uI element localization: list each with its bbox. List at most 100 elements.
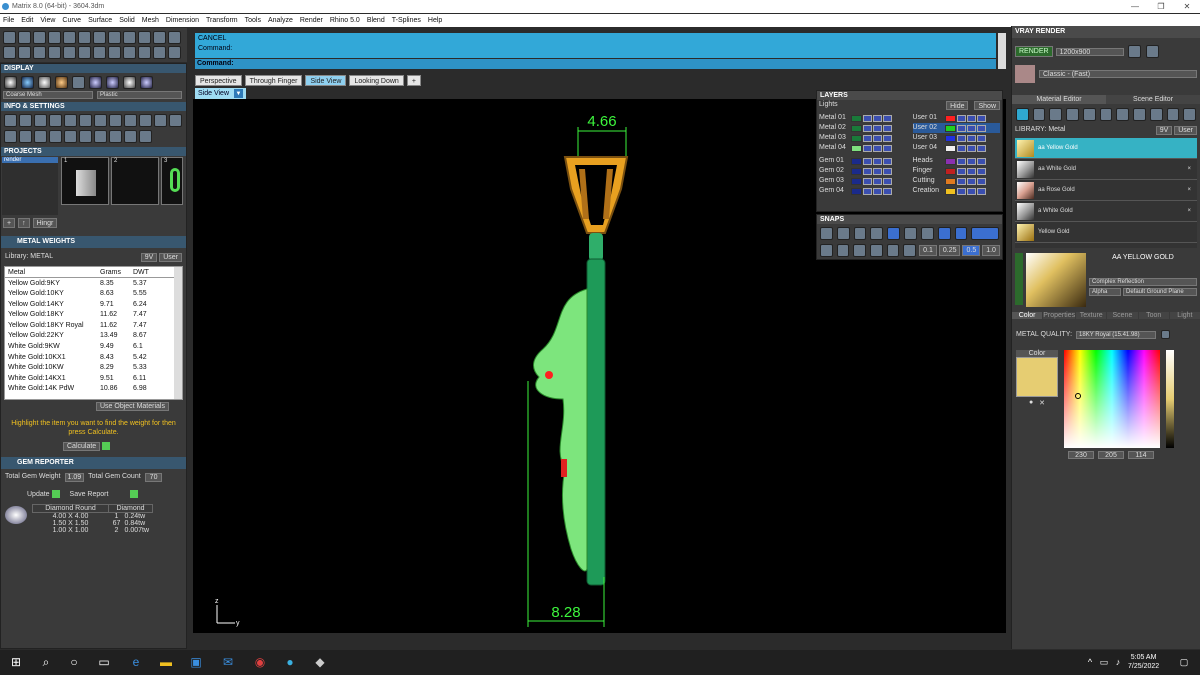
minimize-button[interactable]: — [1122, 0, 1148, 13]
table-row[interactable]: Yellow Gold:22KY 13.49 8.67 [5, 331, 182, 342]
add-project-button[interactable]: + [3, 218, 16, 228]
menu-solid[interactable]: Solid [119, 17, 135, 24]
layer-row[interactable]: User 04 [913, 143, 1001, 153]
layer-row[interactable]: Metal 02 [819, 123, 907, 133]
material-tool-icon[interactable] [1149, 108, 1163, 121]
table-row[interactable]: Yellow Gold:14KY 9.71 6.24 [5, 299, 182, 310]
menu-file[interactable]: File [3, 17, 14, 24]
menu-edit[interactable]: Edit [21, 17, 33, 24]
material-tool-icon[interactable] [1032, 108, 1046, 121]
menu-mesh[interactable]: Mesh [142, 17, 159, 24]
material-tool-icon[interactable] [1049, 108, 1063, 121]
tool-icon[interactable] [63, 31, 76, 44]
display-mode-coarse[interactable]: Coarse Mesh [3, 91, 93, 99]
tool-icon[interactable] [138, 31, 151, 44]
layer-row[interactable]: Gem 02 [819, 166, 907, 176]
table-row[interactable]: Yellow Gold:10KY 8.63 5.55 [5, 288, 182, 299]
material-tool-icon[interactable] [1066, 108, 1079, 121]
settings-icon[interactable] [64, 114, 77, 127]
eyedropper-icon[interactable]: ● [1029, 399, 1033, 407]
menu-blend[interactable]: Blend [367, 17, 385, 24]
display-mode-plastic[interactable]: Plastic [97, 91, 182, 99]
close-button[interactable]: ✕ [1174, 0, 1200, 13]
layer-color[interactable] [944, 187, 956, 195]
chevron-down-icon[interactable]: ▼ [233, 88, 243, 98]
viewport-label[interactable]: Side View ▼ [195, 88, 246, 99]
tab-texture[interactable]: Texture [1076, 312, 1107, 319]
chrome-icon[interactable]: ◉ [252, 654, 268, 670]
gem-row[interactable]: 1.50 X 1.50 67 0.84tw [33, 520, 153, 527]
layer-color[interactable] [944, 134, 956, 142]
layer-color[interactable] [944, 157, 956, 165]
search-icon[interactable]: ⌕ [38, 654, 54, 670]
add-tab-button[interactable]: + [406, 75, 421, 86]
material-tool-icon[interactable] [1166, 108, 1180, 121]
tab-scene[interactable]: Scene [1107, 312, 1138, 319]
snap-icon[interactable] [954, 227, 968, 240]
snap-value[interactable]: 0.25 [938, 245, 961, 256]
resolution-field[interactable]: 1200x900 [1055, 47, 1124, 56]
layer-row[interactable]: Gem 03 [819, 176, 907, 186]
snap-icon[interactable] [887, 227, 901, 240]
layer-color[interactable] [851, 124, 862, 132]
snap-icon[interactable] [886, 244, 900, 257]
layer-row[interactable]: Cutting [913, 176, 1001, 186]
tool-icon[interactable] [168, 31, 181, 44]
settings-icon[interactable] [34, 130, 47, 143]
calculate-arrow-icon[interactable] [102, 442, 111, 451]
tab-properties[interactable]: Properties [1043, 312, 1076, 319]
settings-icon[interactable] [79, 130, 92, 143]
settings-icon[interactable] [79, 114, 92, 127]
menu-analyze[interactable]: Analyze [268, 17, 293, 24]
tool-icon[interactable] [18, 31, 31, 44]
display-mode-icon[interactable] [140, 76, 153, 89]
brightness-slider[interactable] [1166, 350, 1174, 448]
tool-icon[interactable] [123, 46, 136, 59]
material-tool-icon[interactable] [1016, 108, 1029, 121]
tool-icon[interactable] [153, 46, 166, 59]
list-item[interactable]: Yellow Gold [1015, 222, 1197, 243]
volume-icon[interactable]: ♪ [1110, 654, 1126, 670]
layer-color[interactable] [851, 144, 862, 152]
material-unit-user[interactable]: User [1174, 126, 1197, 135]
display-mode-icon[interactable] [106, 76, 119, 89]
project-item[interactable]: render [2, 157, 58, 163]
tab-perspective[interactable]: Perspective [195, 75, 242, 86]
layer-row[interactable]: User 03 [913, 133, 1001, 143]
settings-icon[interactable] [19, 130, 32, 143]
settings-icon[interactable] [94, 114, 107, 127]
tool-icon[interactable] [3, 31, 16, 44]
settings-icon[interactable] [169, 114, 182, 127]
settings-icon[interactable] [64, 130, 77, 143]
remove-icon[interactable]: × [1187, 187, 1191, 193]
project-thumb-3[interactable]: 3 [161, 157, 183, 205]
rhino-icon[interactable]: ◆ [312, 654, 328, 670]
update-button[interactable]: Update [27, 491, 50, 498]
menu-tools[interactable]: Tools [245, 17, 261, 24]
settings-icon[interactable] [154, 114, 167, 127]
snap-icon[interactable] [820, 244, 833, 257]
list-item[interactable]: a White Gold × [1015, 201, 1197, 222]
list-item[interactable]: aa Rose Gold × [1015, 180, 1197, 201]
tool-icon[interactable] [123, 31, 136, 44]
render-output-icon[interactable] [1145, 45, 1159, 58]
tool-icon[interactable] [63, 46, 76, 59]
tool-icon[interactable] [153, 31, 166, 44]
snap-toggle[interactable] [971, 227, 1000, 240]
menu-tsplines[interactable]: T-Splines [392, 17, 421, 24]
tab-color[interactable]: Color [1012, 312, 1043, 319]
tool-icon[interactable] [93, 31, 106, 44]
store-icon[interactable]: ▣ [188, 654, 204, 670]
file-explorer-icon[interactable]: ▬ [158, 654, 174, 670]
table-row[interactable]: White Gold:9KW 9.49 6.1 [5, 341, 182, 352]
material-tool-icon[interactable] [1082, 108, 1096, 121]
preset-field[interactable]: Classic - (Fast) [1039, 70, 1197, 78]
layer-row[interactable]: Metal 04 [819, 143, 907, 153]
material-tool-icon[interactable] [1133, 108, 1146, 121]
tool-icon[interactable] [18, 46, 31, 59]
tool-icon[interactable] [3, 46, 16, 59]
task-view-icon[interactable]: ▭ [96, 654, 112, 670]
color-spectrum[interactable] [1064, 350, 1160, 448]
render-button[interactable]: RENDER [1015, 46, 1053, 57]
layer-color[interactable] [851, 187, 862, 195]
